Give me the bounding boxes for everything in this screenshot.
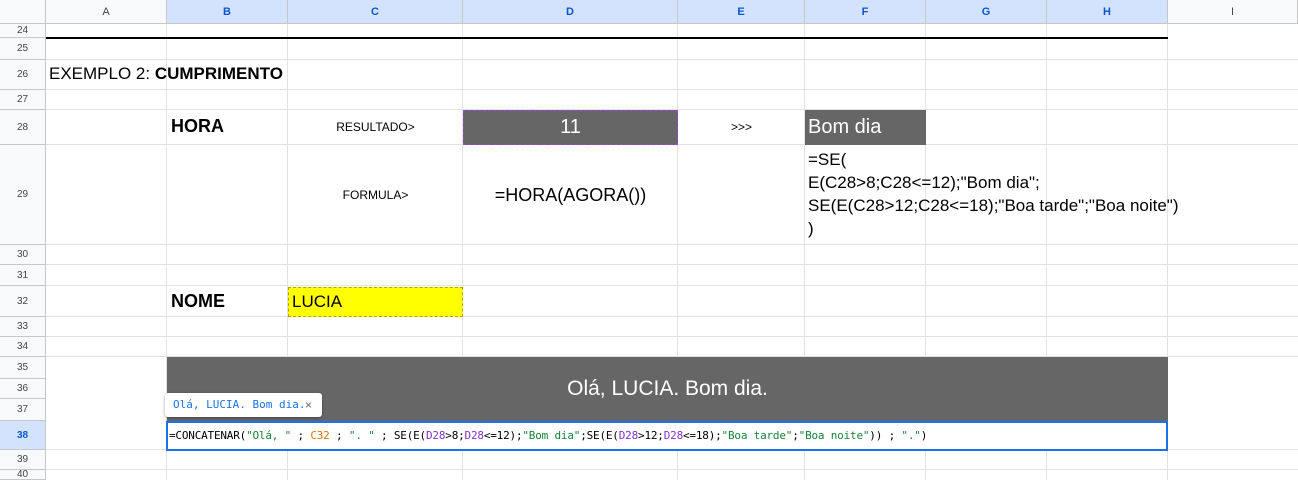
column-header-d[interactable]: D [463,0,678,24]
greeting-value: Bom dia [808,116,882,138]
se-formula-text: =SE( E(C28>8;C28<=12);"Bom dia"; SE(E(C2… [808,148,1179,240]
se-formula-line: ) [808,219,814,238]
select-all-corner[interactable] [0,0,46,24]
hora-value: 11 [560,116,581,138]
grid-line [46,59,1298,60]
row-header-32[interactable]: 32 [0,286,46,317]
resultado-label: RESULTADO> [336,120,415,134]
row-header-37[interactable]: 37 [0,399,46,421]
column-header-a[interactable]: A [46,0,167,24]
column-header-c[interactable]: C [288,0,463,24]
hora-formula-text: =HORA(AGORA()) [494,185,647,205]
column-header-g[interactable]: G [926,0,1047,24]
formula-token: D28 [618,429,639,442]
formula-token: C32 [310,429,330,442]
formula-token: D28 [464,429,484,442]
row-header-34[interactable]: 34 [0,337,46,357]
row-header-29[interactable]: 29 [0,145,46,245]
row-header-27[interactable]: 27 [0,90,46,110]
se-formula-line: E(C28>8;C28<=12);"Bom dia"; [808,173,1040,192]
column-header-h[interactable]: H [1047,0,1168,24]
formula-token: <=18); [683,429,722,442]
cell-editor-formula[interactable]: =CONCATENAR("Olá, " ; C32 ; ". " ; SE(E(… [169,423,927,449]
formula-token: ;SE(E( [580,429,619,442]
formula-token: D28 [663,429,683,442]
formula-token: "Boa tarde" [721,429,793,442]
formula-token: ; SE(E( [374,429,426,442]
row-header-28[interactable]: 28 [0,110,46,145]
formula-token: "Boa noite" [798,429,870,442]
row-header-38[interactable]: 38 [0,421,46,450]
row-header-40[interactable]: 40 [0,470,46,480]
formula-token: ) [920,429,928,442]
section-title: EXEMPLO 2: CUMPRIMENTO [49,64,283,84]
row-header-24[interactable]: 24 [0,24,46,38]
formula-token: "Bom dia" [522,429,581,442]
formula-token: ; [329,429,349,442]
arrow-label: >>> [730,120,753,134]
tooltip-text: Olá, LUCIA. Bom dia. [173,398,306,411]
row-header-39[interactable]: 39 [0,450,46,470]
se-formula-line: =SE( [808,150,847,169]
nome-value: LUCIA [292,292,343,311]
nome-label: NOME [171,291,225,311]
grid-line [46,469,1298,470]
formula-token: D28 [425,429,446,442]
se-formula-line: SE(E(C28>12;C28<=18);"Boa tarde";"Boa no… [808,196,1179,215]
formula-label: FORMULA> [342,188,409,202]
row-header-30[interactable]: 30 [0,245,46,265]
column-header-e[interactable]: E [678,0,805,24]
section-title-prefix: EXEMPLO 2: [49,64,155,83]
row-header-26[interactable]: 26 [0,60,46,90]
grid-line [46,285,1298,286]
grid-line [46,89,1298,90]
section-divider [46,37,1168,39]
row-header-33[interactable]: 33 [0,317,46,337]
formula-token: <=12); [483,429,523,442]
column-header-b[interactable]: B [167,0,288,24]
formula-token: >12; [638,429,664,442]
section-title-bold: CUMPRIMENTO [154,64,283,83]
row-header-31[interactable]: 31 [0,265,46,286]
formula-token: )) ; [869,429,902,442]
column-header-f[interactable]: F [805,0,926,24]
close-icon[interactable]: × [305,393,312,417]
formula-token: >8; [445,429,465,442]
formula-token: "Olá, " [246,429,292,442]
row-header-25[interactable]: 25 [0,38,46,60]
grid-line [46,316,1298,317]
formula-token: ". " [348,429,375,442]
formula-token: "." [901,429,921,442]
formula-token: ; [291,429,311,442]
formula-token: =CONCATENAR( [169,429,247,442]
column-header-i[interactable]: I [1168,0,1298,24]
row-header-35[interactable]: 35 [0,357,46,379]
row-header-36[interactable]: 36 [0,379,46,399]
grid-line [46,264,1298,265]
grid-line [46,336,1298,337]
hora-label: HORA [171,116,224,136]
